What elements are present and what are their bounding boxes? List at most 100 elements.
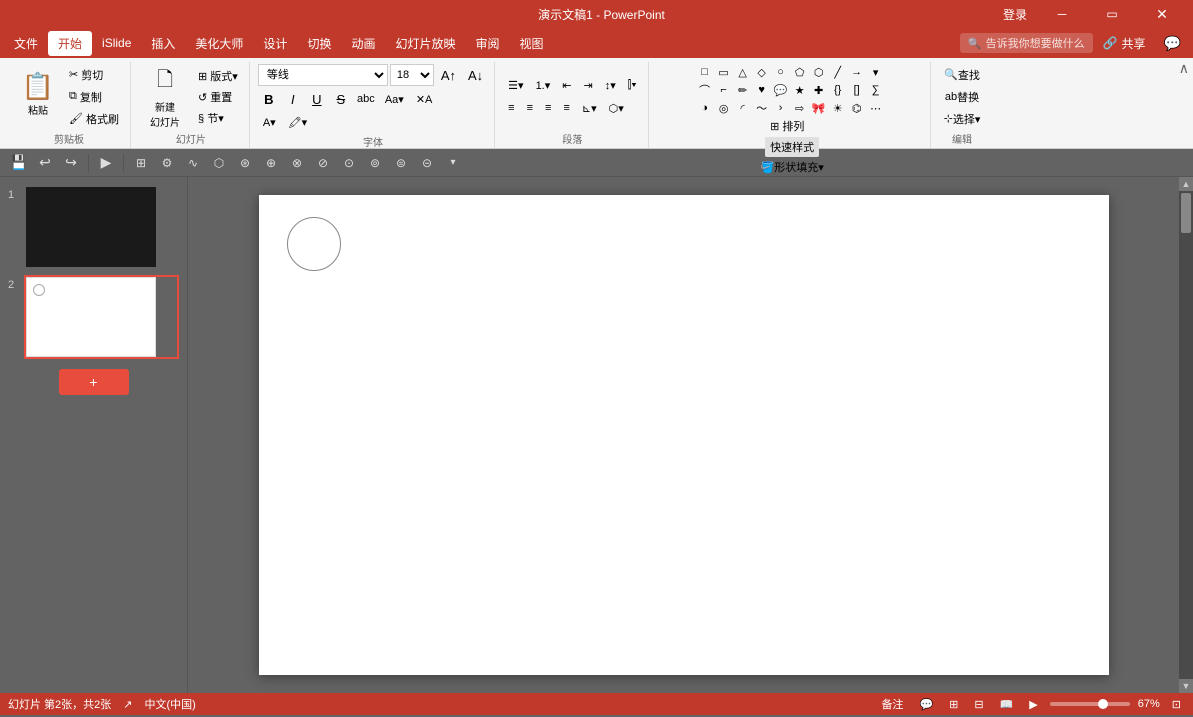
convert-smartart-button[interactable]: ⬡▾: [604, 98, 629, 118]
char-spacing-button[interactable]: abc: [354, 89, 378, 109]
ribbon-collapse-button[interactable]: ∧: [1179, 60, 1189, 77]
undo-button[interactable]: ↩: [34, 152, 56, 174]
menu-item-view[interactable]: 视图: [510, 31, 554, 56]
share-button[interactable]: 🔗 共享: [1093, 33, 1156, 54]
slideshow-button[interactable]: ▶: [1025, 697, 1041, 712]
font-size-select[interactable]: 18: [390, 64, 434, 86]
toolbar-item6[interactable]: ⊕: [260, 152, 282, 174]
menu-item-file[interactable]: 文件: [4, 31, 48, 56]
toolbar-item7[interactable]: ⊗: [286, 152, 308, 174]
shape-brace[interactable]: {}: [829, 82, 847, 98]
toolbar-item10[interactable]: ⊚: [364, 152, 386, 174]
comments-button[interactable]: 💬: [915, 697, 937, 712]
redo-button[interactable]: ↪: [60, 152, 82, 174]
shape-circle[interactable]: ○: [772, 64, 790, 80]
circle-shape[interactable]: [287, 217, 341, 271]
toolbar-item12[interactable]: ⊝: [416, 152, 438, 174]
menu-item-home[interactable]: 开始: [48, 31, 92, 56]
comment-icon[interactable]: 💬: [1156, 33, 1189, 54]
shape-callout[interactable]: 💬: [772, 82, 790, 98]
scroll-track[interactable]: [1179, 191, 1193, 679]
toolbar-more[interactable]: ▾: [442, 152, 464, 174]
shape-equation[interactable]: ∑: [867, 82, 885, 98]
increase-font-button[interactable]: A↑: [436, 65, 461, 85]
slide-sorter-button[interactable]: ⊟: [970, 697, 987, 712]
zoom-thumb[interactable]: [1098, 699, 1108, 709]
layout-button[interactable]: ⊞ 版式▾: [193, 66, 243, 86]
fit-slide-button[interactable]: ⊡: [1168, 697, 1185, 712]
restore-icon[interactable]: ▭: [1089, 0, 1135, 28]
shape-more2[interactable]: ⋯: [867, 100, 885, 116]
shape-pentagon[interactable]: ⬠: [791, 64, 809, 80]
search-bar[interactable]: 🔍 告诉我你想要做什么: [960, 33, 1093, 53]
toolbar-item11[interactable]: ⊜: [390, 152, 412, 174]
shape-arc[interactable]: ◜: [734, 100, 752, 116]
underline-button[interactable]: U: [306, 89, 328, 109]
arrange-button[interactable]: ⊞ 排列: [765, 116, 819, 136]
toolbar-item2[interactable]: ⚙: [156, 152, 178, 174]
column-button[interactable]: ⫿▾: [623, 75, 642, 95]
shape-heart[interactable]: ♥: [753, 82, 771, 98]
text-direction-button[interactable]: ⊾▾: [577, 98, 602, 118]
slide-thumb-1[interactable]: [24, 185, 179, 269]
numbering-button[interactable]: 1.▾: [531, 75, 556, 95]
shape-ring[interactable]: ◎: [715, 100, 733, 116]
copy-button[interactable]: ⧉ 复制: [64, 87, 124, 107]
shape-ribbon[interactable]: 🎀: [810, 100, 828, 116]
menu-item-islide[interactable]: iSlide: [92, 32, 141, 54]
shape-wave[interactable]: 〜: [753, 100, 771, 116]
menu-item-animation[interactable]: 动画: [341, 31, 385, 56]
accessibility-check-icon[interactable]: ↗: [123, 698, 132, 711]
scroll-down-button[interactable]: ▼: [1179, 679, 1193, 693]
shape-star[interactable]: ★: [791, 82, 809, 98]
clear-format-button[interactable]: ✕A: [411, 89, 438, 109]
menu-item-insert[interactable]: 插入: [141, 31, 185, 56]
scroll-thumb[interactable]: [1181, 193, 1191, 233]
normal-view-button[interactable]: ⊞: [945, 697, 962, 712]
toolbar-item5[interactable]: ⊛: [234, 152, 256, 174]
justify-button[interactable]: ≡: [558, 98, 574, 118]
menu-item-review[interactable]: 审阅: [465, 31, 509, 56]
text-highlight-button[interactable]: 🖍▾: [283, 112, 313, 132]
shape-triangle[interactable]: △: [734, 64, 752, 80]
increase-indent-button[interactable]: ⇥: [578, 75, 597, 95]
shape-hexagon[interactable]: ⬡: [810, 64, 828, 80]
bullet-button[interactable]: ☰▾: [503, 75, 528, 95]
toolbar-item4[interactable]: ⬡: [208, 152, 230, 174]
toolbar-item1[interactable]: ⊞: [130, 152, 152, 174]
notes-button[interactable]: 备注: [877, 695, 907, 713]
menu-item-slideshow[interactable]: 幻灯片放映: [385, 31, 465, 56]
slide-thumb-2[interactable]: [24, 275, 179, 359]
italic-button[interactable]: I: [282, 89, 304, 109]
align-right-button[interactable]: ≡: [540, 98, 556, 118]
format-painter-button[interactable]: 🖌 格式刷: [64, 109, 124, 129]
menu-item-transition[interactable]: 切换: [297, 31, 341, 56]
font-color-button[interactable]: A▾: [258, 112, 281, 132]
shape-rounded-rect[interactable]: ▭: [715, 64, 733, 80]
minimize-icon[interactable]: ─: [1039, 0, 1085, 28]
align-left-button[interactable]: ≡: [503, 98, 519, 118]
slide-start-button[interactable]: ▶: [95, 152, 117, 174]
paste-button[interactable]: 📋 粘贴: [14, 64, 62, 124]
reset-button[interactable]: ↺ 重置: [193, 87, 243, 107]
toolbar-item9[interactable]: ⊙: [338, 152, 360, 174]
close-icon[interactable]: ✕: [1139, 0, 1185, 28]
line-spacing-button[interactable]: ↕▾: [600, 75, 621, 95]
strikethrough-button[interactable]: S: [330, 89, 352, 109]
shape-more[interactable]: ▾: [867, 64, 885, 80]
add-slide-button[interactable]: +: [59, 369, 129, 395]
shape-curve[interactable]: ⌒: [696, 82, 714, 98]
case-button[interactable]: Aa▾: [380, 89, 409, 109]
quick-style-button[interactable]: 快速样式: [765, 137, 819, 157]
zoom-slider[interactable]: [1050, 702, 1130, 706]
shape-connector[interactable]: ⌐: [715, 82, 733, 98]
login-button[interactable]: 登录: [995, 4, 1035, 25]
shape-line[interactable]: ╱: [829, 64, 847, 80]
font-name-select[interactable]: 等线: [258, 64, 388, 86]
find-button[interactable]: 🔍 查找: [939, 65, 985, 85]
shape-diamond[interactable]: ◇: [753, 64, 771, 80]
shape-freeform[interactable]: ✏: [734, 82, 752, 98]
select-button[interactable]: ⊹ 选择▾: [939, 109, 986, 129]
shape-arrow[interactable]: →: [848, 64, 866, 80]
shape-badge[interactable]: ⌬: [848, 100, 866, 116]
